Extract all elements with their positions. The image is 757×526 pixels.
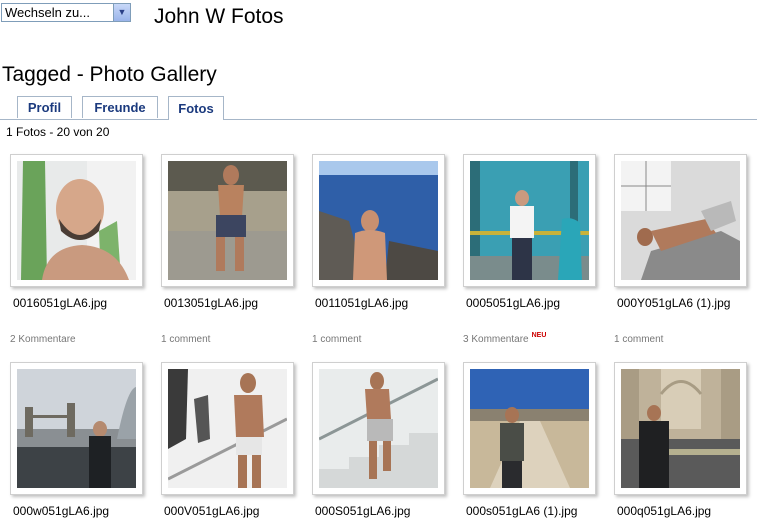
photo-filename[interactable]: 000S051gLA6.jpg: [315, 504, 410, 518]
photo-filename[interactable]: 000V051gLA6.jpg: [164, 504, 259, 518]
photo-thumbnail[interactable]: [470, 369, 589, 488]
photo-thumbnail[interactable]: [17, 161, 136, 280]
photo-frame[interactable]: [614, 362, 747, 495]
tab-fotos[interactable]: Fotos: [168, 96, 224, 120]
photo-thumbnail[interactable]: [168, 369, 287, 488]
photo-thumbnail[interactable]: [621, 161, 740, 280]
photo-frame[interactable]: [161, 154, 294, 287]
tab-bar: Profil Freunde Fotos: [0, 96, 757, 120]
photo-filename[interactable]: 000q051gLA6.jpg: [617, 504, 711, 518]
photo-frame[interactable]: [614, 154, 747, 287]
photo-frame[interactable]: [312, 362, 445, 495]
page-title: Tagged - Photo Gallery: [2, 63, 217, 86]
photo-filename[interactable]: 000w051gLA6.jpg: [13, 504, 109, 518]
site-title: John W Fotos: [154, 5, 284, 28]
photo-comments-link[interactable]: 2 Kommentare: [10, 334, 76, 345]
photo-thumbnail[interactable]: [319, 161, 438, 280]
photo-frame[interactable]: [161, 362, 294, 495]
photo-frame[interactable]: [10, 362, 143, 495]
switch-to-dropdown[interactable]: Wechseln zu... ▼: [1, 3, 131, 22]
photo-thumbnail[interactable]: [470, 161, 589, 280]
switch-to-label: Wechseln zu...: [5, 5, 91, 20]
photo-comments-link[interactable]: 3 Kommentare NEU: [463, 332, 547, 345]
photo-frame[interactable]: [463, 362, 596, 495]
photo-frame[interactable]: [10, 154, 143, 287]
photo-thumbnail[interactable]: [319, 369, 438, 488]
tab-freunde[interactable]: Freunde: [82, 96, 158, 118]
photo-filename[interactable]: 0016051gLA6.jpg: [13, 296, 107, 310]
chevron-down-icon[interactable]: ▼: [113, 4, 130, 21]
photo-frame[interactable]: [463, 154, 596, 287]
photo-thumbnail[interactable]: [168, 161, 287, 280]
photo-count: 1 Fotos - 20 von 20: [6, 125, 110, 139]
photo-filename[interactable]: 0013051gLA6.jpg: [164, 296, 258, 310]
photo-filename[interactable]: 0005051gLA6.jpg: [466, 296, 560, 310]
photo-thumbnail[interactable]: [621, 369, 740, 488]
photo-frame[interactable]: [312, 154, 445, 287]
photo-filename[interactable]: 000s051gLA6 (1).jpg: [466, 504, 577, 518]
photo-filename[interactable]: 000Y051gLA6 (1).jpg: [617, 296, 730, 310]
new-badge: NEU: [531, 332, 547, 339]
photo-filename[interactable]: 0011051gLA6.jpg: [315, 296, 408, 310]
photo-comments-link[interactable]: 1 comment: [161, 334, 210, 345]
photo-comments-link[interactable]: 1 comment: [312, 334, 361, 345]
photo-comments-link[interactable]: 1 comment: [614, 334, 663, 345]
photo-thumbnail[interactable]: [17, 369, 136, 488]
tab-profil[interactable]: Profil: [17, 96, 72, 118]
